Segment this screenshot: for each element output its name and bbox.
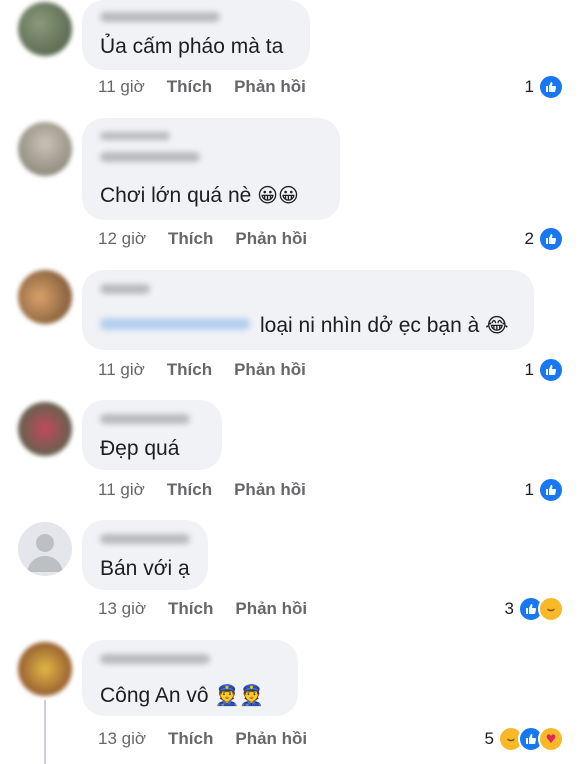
comment-actions: 11 giờ Thích Phản hồi — [98, 77, 328, 97]
like-link[interactable]: Thích — [168, 229, 213, 248]
comment-text: Chơi lớn quá nè 😀😀 — [100, 183, 299, 207]
reaction-summary[interactable]: 1 — [525, 477, 564, 503]
comment-text: loại ni nhìn dở ẹc bạn à 😂 — [260, 313, 509, 337]
like-link[interactable]: Thích — [168, 729, 213, 748]
police-officer-emoji: 👮👮 — [214, 683, 265, 707]
like-link[interactable]: Thích — [168, 599, 213, 618]
tagged-user[interactable] — [100, 318, 250, 330]
comment-bubble: Chơi lớn quá nè 😀😀 — [82, 118, 340, 220]
avatar[interactable] — [18, 522, 72, 576]
comment-time[interactable]: 11 giờ — [98, 360, 145, 379]
comment-text: Ủa cấm pháo mà ta — [100, 35, 284, 58]
comment-text: Công An vô 👮👮 — [100, 683, 265, 707]
comment-bubble: Ủa cấm pháo mà ta — [82, 0, 310, 70]
reply-thread-line — [44, 700, 46, 764]
reaction-count: 5 — [484, 729, 494, 748]
avatar[interactable] — [18, 642, 72, 696]
reaction-summary[interactable]: 1 — [525, 357, 564, 383]
like-link[interactable]: Thích — [167, 360, 212, 379]
comment-actions: 13 giờ Thích Phản hồi — [98, 729, 329, 749]
reaction-count: 1 — [524, 360, 534, 379]
comment-time[interactable]: 11 giờ — [98, 480, 145, 499]
reaction-summary[interactable]: 5 ⌣ ♥ — [485, 726, 564, 752]
avatar[interactable] — [18, 122, 72, 176]
comment-bubble: Đẹp quá — [82, 400, 222, 470]
reply-link[interactable]: Phản hồi — [234, 480, 306, 499]
comment-text: Bán với ạ — [100, 557, 190, 580]
reaction-count: 3 — [504, 599, 514, 618]
comment-time[interactable]: 13 giờ — [98, 599, 146, 618]
commenter-group — [100, 132, 170, 140]
reaction-count: 1 — [524, 77, 534, 96]
commenter-name[interactable] — [100, 654, 210, 664]
commenter-name[interactable] — [100, 12, 220, 22]
reaction-summary[interactable]: 3 ⌣ — [505, 596, 564, 622]
comment-actions: 11 giờ Thích Phản hồi — [98, 360, 328, 380]
avatar[interactable] — [18, 2, 72, 56]
comment-actions: 12 giờ Thích Phản hồi — [98, 229, 329, 249]
comment-time[interactable]: 11 giờ — [98, 77, 145, 96]
comment-bubble: Công An vô 👮👮 — [82, 640, 298, 716]
commenter-name[interactable] — [100, 152, 200, 162]
thumbs-up-icon — [538, 74, 564, 100]
avatar[interactable] — [18, 270, 72, 324]
reply-link[interactable]: Phản hồi — [235, 599, 307, 618]
avatar[interactable] — [18, 402, 72, 456]
care-icon: ♥ — [538, 726, 564, 752]
grin-emoji: 😀😀 — [257, 183, 299, 207]
thumbs-up-icon — [538, 226, 564, 252]
comment-actions: 11 giờ Thích Phản hồi — [98, 480, 328, 500]
reaction-count: 1 — [524, 480, 534, 499]
commenter-name[interactable] — [100, 414, 190, 424]
like-link[interactable]: Thích — [167, 77, 212, 96]
reaction-summary[interactable]: 1 — [525, 74, 564, 100]
comment-bubble: Bán với ạ — [82, 520, 208, 590]
reply-link[interactable]: Phản hồi — [235, 729, 307, 748]
like-link[interactable]: Thích — [167, 480, 212, 499]
thumbs-up-icon — [538, 357, 564, 383]
comment-text: Đẹp quá — [100, 437, 180, 460]
commenter-name[interactable] — [100, 284, 150, 294]
reaction-count: 2 — [524, 229, 534, 248]
reaction-summary[interactable]: 2 — [525, 226, 564, 252]
commenter-name[interactable] — [100, 534, 190, 544]
reply-link[interactable]: Phản hồi — [235, 229, 307, 248]
comment-time[interactable]: 12 giờ — [98, 229, 146, 248]
laugh-cry-emoji: 😂 — [485, 313, 509, 337]
reply-link[interactable]: Phản hồi — [234, 77, 306, 96]
comment-time[interactable]: 13 giờ — [98, 729, 146, 748]
reply-link[interactable]: Phản hồi — [234, 360, 306, 379]
laugh-icon: ⌣ — [538, 596, 564, 622]
thumbs-up-icon — [538, 477, 564, 503]
comment-actions: 13 giờ Thích Phản hồi — [98, 599, 329, 619]
default-avatar-icon — [27, 534, 63, 572]
comment-bubble: loại ni nhìn dở ẹc bạn à 😂 — [82, 270, 534, 350]
